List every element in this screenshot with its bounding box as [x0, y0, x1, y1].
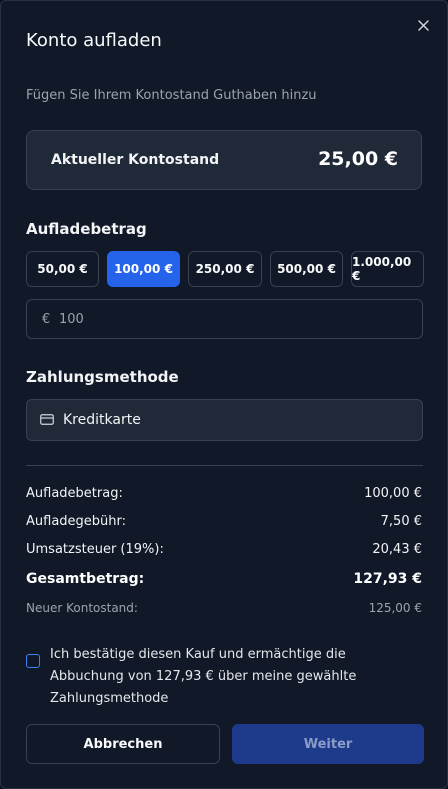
next-button[interactable]: Weiter: [232, 724, 424, 764]
current-balance-value: 25,00 €: [318, 148, 398, 170]
summary-total-value: 127,93 €: [353, 571, 422, 587]
amount-input-value: 100: [59, 312, 84, 327]
dialog-title: Konto aufladen: [26, 30, 162, 51]
amount-option-50[interactable]: 50,00 €: [26, 251, 99, 287]
current-balance-label: Aktueller Kontostand: [51, 152, 220, 168]
summary-fee-value: 7,50 €: [380, 514, 422, 529]
close-icon: [417, 19, 429, 31]
current-balance-card: Aktueller Kontostand 25,00 €: [26, 130, 422, 190]
payment-method-label: Kreditkarte: [63, 412, 141, 428]
amount-option-500[interactable]: 500,00 €: [270, 251, 343, 287]
summary-topup-label: Aufladebetrag:: [26, 486, 123, 501]
summary-total-label: Gesamtbetrag:: [26, 571, 145, 587]
payment-method-select[interactable]: Kreditkarte: [26, 399, 423, 441]
currency-symbol: €: [42, 312, 51, 327]
amount-option-250[interactable]: 250,00 €: [188, 251, 262, 287]
amount-option-1000[interactable]: 1.000,00 €: [351, 251, 424, 287]
amount-section-label: Aufladebetrag: [26, 220, 147, 238]
topup-dialog: Konto aufladen Fügen Sie Ihrem Kontostan…: [0, 0, 448, 789]
credit-card-icon: [40, 414, 54, 425]
confirm-checkbox[interactable]: [26, 654, 40, 668]
summary-divider: [26, 465, 423, 466]
summary-new-balance-value: 125,00 €: [368, 601, 422, 615]
close-button[interactable]: [413, 15, 433, 35]
summary-tax-label: Umsatzsteuer (19%):: [26, 542, 164, 557]
custom-amount-input[interactable]: € 100: [26, 299, 423, 339]
dialog-subtitle: Fügen Sie Ihrem Kontostand Guthaben hinz…: [26, 88, 317, 103]
cancel-button[interactable]: Abbrechen: [26, 724, 220, 764]
summary-fee-label: Aufladegebühr:: [26, 514, 127, 529]
summary-tax-value: 20,43 €: [372, 542, 422, 557]
summary-new-balance-label: Neuer Kontostand:: [26, 601, 138, 615]
payment-section-label: Zahlungsmethode: [26, 368, 179, 386]
summary-topup-value: 100,00 €: [364, 486, 422, 501]
amount-option-100[interactable]: 100,00 €: [107, 251, 180, 287]
confirm-text: Ich bestätige diesen Kauf und ermächtige…: [50, 647, 357, 706]
